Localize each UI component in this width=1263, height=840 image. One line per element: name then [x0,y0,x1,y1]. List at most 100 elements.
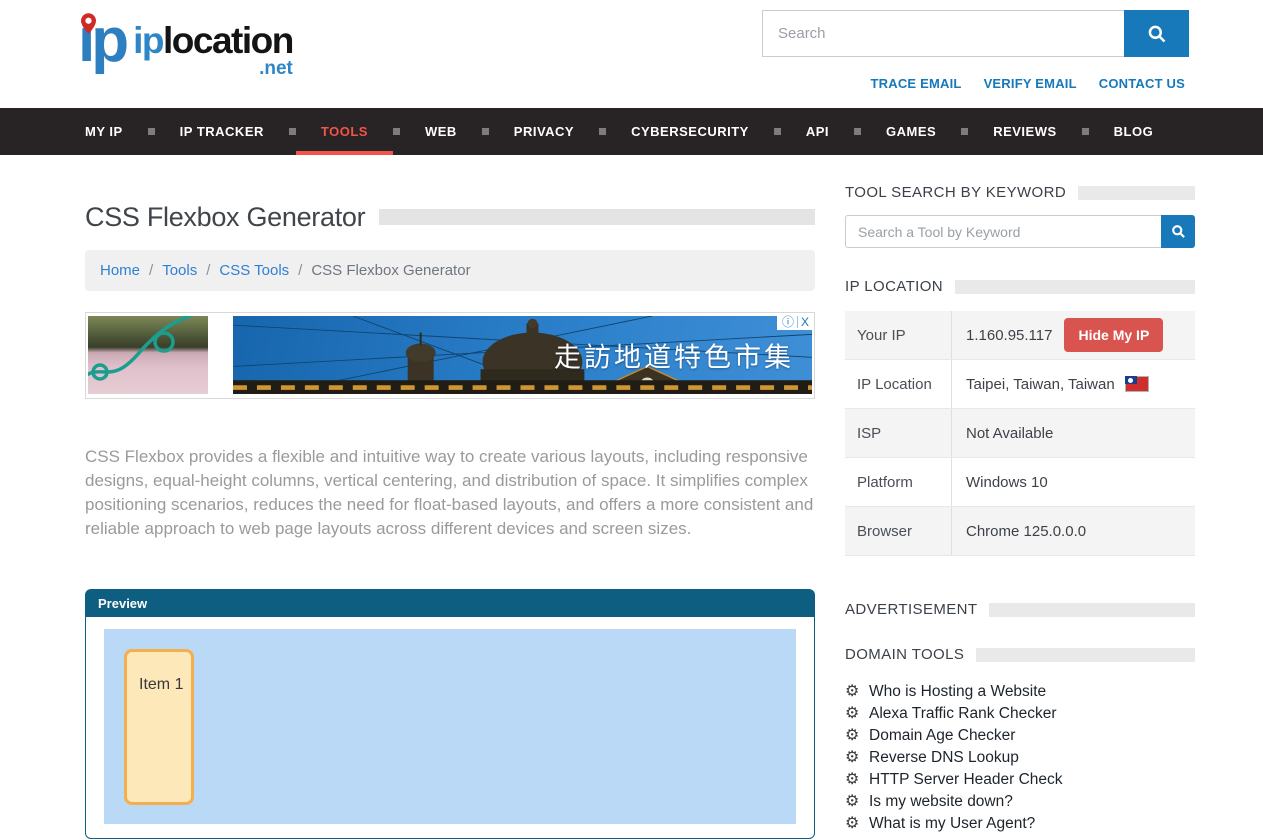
adchoices-close-icon[interactable]: X [798,314,812,330]
nav-item-cybersecurity[interactable]: CYBERSECURITY [606,108,774,155]
nav-separator [148,128,155,135]
gear-icon: ⚙ [845,813,869,835]
nav-item-reviews[interactable]: REVIEWS [968,108,1081,155]
gear-icon: ⚙ [845,725,869,747]
isp-value: Not Available [952,409,1195,457]
nav-item-privacy[interactable]: PRIVACY [489,108,599,155]
nav-separator [961,128,968,135]
header-links: TRACE EMAIL VERIFY EMAIL CONTACT US [871,76,1185,91]
table-row-browser: Browser Chrome 125.0.0.0 [845,507,1195,556]
nav-separator [482,128,489,135]
breadcrumb-current: CSS Flexbox Generator [311,262,470,279]
tool-link-http-header[interactable]: ⚙ HTTP Server Header Check [845,769,1195,791]
logo-word-location: location [163,20,293,61]
row-label: Your IP [845,311,952,359]
preview-panel-body: Item 1 [86,617,814,838]
breadcrumb: Home / Tools / CSS Tools / CSS Flexbox G… [85,250,815,291]
tool-link-alexa-rank[interactable]: ⚙ Alexa Traffic Rank Checker [845,703,1195,725]
tool-link-domain-age[interactable]: ⚙ Domain Age Checker [845,725,1195,747]
tool-link-reverse-dns[interactable]: ⚙ Reverse DNS Lookup [845,747,1195,769]
logo-wordmark: iplocation .net [133,22,293,78]
breadcrumb-tools[interactable]: Tools [162,262,197,279]
tool-link-who-is-hosting[interactable]: ⚙ Who is Hosting a Website [845,681,1195,703]
logo-word-ip: ip [133,20,163,61]
search-icon [1171,224,1186,239]
search-icon [1147,24,1167,44]
ad-headline: 走訪地道特色市集 [554,336,794,375]
heading-decorative-bar [1078,186,1195,200]
breadcrumb-separator: / [149,262,153,279]
nav-separator [393,128,400,135]
browser-value: Chrome 125.0.0.0 [952,507,1195,555]
breadcrumb-separator: / [298,262,302,279]
header: ıp iplocation .net TRACE EMAIL VERIF [0,0,1263,108]
row-label: IP Location [845,360,952,408]
nav-item-api[interactable]: API [781,108,854,155]
preview-flex-item-1: Item 1 [124,649,194,805]
row-label: ISP [845,409,952,457]
your-ip-value: 1.160.95.117 [966,327,1052,344]
table-row-your-ip: Your IP 1.160.95.117 Hide My IP [845,311,1195,360]
hide-my-ip-button[interactable]: Hide My IP [1064,318,1163,352]
ip-location-value: Taipei, Taiwan, Taiwan [966,376,1115,393]
nav-separator [599,128,606,135]
title-decorative-bar [379,209,815,225]
platform-value: Windows 10 [952,458,1195,506]
nav-separator [774,128,781,135]
nav-separator [289,128,296,135]
tool-link-user-agent[interactable]: ⚙ What is my User Agent? [845,813,1195,835]
nav-item-games[interactable]: GAMES [861,108,961,155]
table-row-isp: ISP Not Available [845,409,1195,458]
ip-location-heading: IP LOCATION [845,279,943,294]
ad-main-image: 走訪地道特色市集 [233,316,812,394]
nav-separator [854,128,861,135]
header-search [762,10,1189,57]
nav-item-ip-tracker[interactable]: IP TRACKER [155,108,289,155]
site-logo[interactable]: ıp iplocation .net [78,6,293,78]
nav-separator [1082,128,1089,135]
preview-panel-header: Preview [86,590,814,617]
tool-search-heading: TOOL SEARCH BY KEYWORD [845,185,1066,200]
domain-tools-heading: DOMAIN TOOLS [845,647,964,662]
logo-tld: .net [133,60,293,78]
preview-flex-container: Item 1 [104,629,796,824]
heading-decorative-bar [955,280,1195,294]
ad-banner[interactable]: 走訪地道特色市集 ⓘ X [85,312,815,399]
heading-decorative-bar [976,648,1195,662]
adchoices-info-icon[interactable]: ⓘ [779,314,797,330]
ip-location-table: Your IP 1.160.95.117 Hide My IP IP Locat… [845,311,1195,556]
tool-search [845,215,1195,248]
nav-item-my-ip[interactable]: MY IP [85,108,148,155]
header-search-input[interactable] [762,10,1124,57]
breadcrumb-home[interactable]: Home [100,262,140,279]
advertisement-heading: ADVERTISEMENT [845,602,977,617]
trace-email-link[interactable]: TRACE EMAIL [871,76,962,91]
main-nav: MY IP IP TRACKER TOOLS WEB PRIVACY CYBER… [0,108,1263,155]
page: ıp iplocation .net TRACE EMAIL VERIF [0,0,1263,840]
main-content: CSS Flexbox Generator Home / Tools / CSS… [85,155,815,840]
tool-search-input[interactable] [845,215,1161,248]
adchoices: ⓘ X [777,313,814,330]
preview-panel: Preview Item 1 [85,589,815,839]
header-search-button[interactable] [1124,10,1189,57]
verify-email-link[interactable]: VERIFY EMAIL [984,76,1077,91]
contact-us-link[interactable]: CONTACT US [1099,76,1185,91]
sidebar: TOOL SEARCH BY KEYWORD IP LOCATION Your … [845,155,1195,840]
tool-search-button[interactable] [1161,215,1195,248]
gear-icon: ⚙ [845,769,869,791]
heading-decorative-bar [989,603,1195,617]
gear-icon: ⚙ [845,747,869,769]
taiwan-flag-icon [1125,376,1149,392]
breadcrumb-css-tools[interactable]: CSS Tools [219,262,289,279]
nav-item-blog[interactable]: BLOG [1089,108,1179,155]
page-title: CSS Flexbox Generator [85,203,365,231]
nav-item-tools[interactable]: TOOLS [296,108,393,155]
gear-icon: ⚙ [845,703,869,725]
location-pin-icon [81,13,96,34]
tool-description: CSS Flexbox provides a flexible and intu… [85,445,815,541]
gear-icon: ⚙ [845,681,869,703]
row-label: Platform [845,458,952,506]
tool-link-website-down[interactable]: ⚙ Is my website down? [845,791,1195,813]
nav-item-web[interactable]: WEB [400,108,482,155]
breadcrumb-separator: / [206,262,210,279]
